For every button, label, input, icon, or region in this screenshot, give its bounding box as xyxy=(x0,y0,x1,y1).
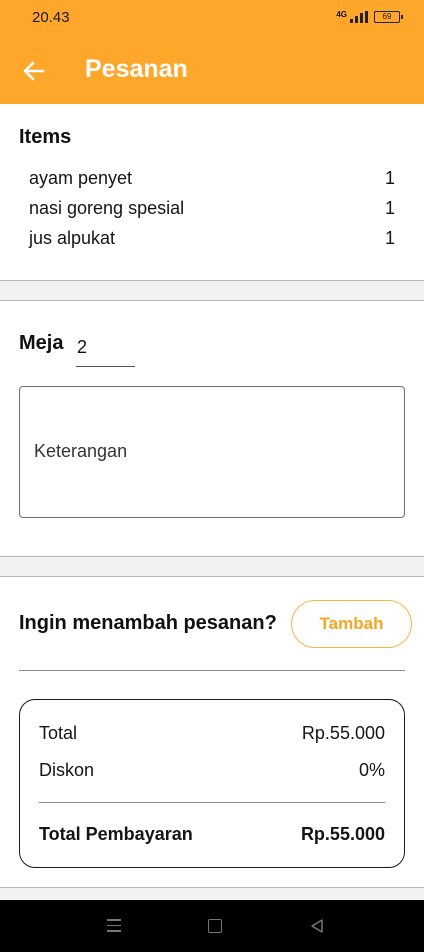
items-heading: Items xyxy=(19,126,72,148)
system-nav-bar xyxy=(0,900,424,952)
payment-summary-card: Total Rp.55.000 Diskon 0% Total Pembayar… xyxy=(19,699,405,868)
status-icons: 4G 69 xyxy=(336,11,403,23)
grand-total-row: Total Pembayaran Rp.55.000 xyxy=(39,824,385,845)
discount-row: Diskon 0% xyxy=(39,760,385,781)
home-icon[interactable] xyxy=(208,919,222,933)
total-value: Rp.55.000 xyxy=(301,723,385,743)
back-triangle-icon[interactable] xyxy=(309,918,325,934)
list-item: ayam penyet 1 xyxy=(29,168,395,189)
signal-icon: 4G xyxy=(336,11,368,23)
discount-value: 0% xyxy=(358,760,385,780)
item-name: jus alpukat xyxy=(29,228,116,248)
add-order-prompt: Ingin menambah pesanan? xyxy=(19,612,277,634)
recent-apps-icon[interactable] xyxy=(107,919,121,933)
arrow-left-icon[interactable] xyxy=(20,57,48,85)
network-type: 4G xyxy=(336,10,347,19)
item-qty: 1 xyxy=(384,198,395,218)
item-qty: 1 xyxy=(384,168,395,188)
battery-icon: 69 xyxy=(374,11,403,23)
add-order-button[interactable]: Tambah xyxy=(291,600,412,648)
section-separator xyxy=(0,280,424,301)
total-row: Total Rp.55.000 xyxy=(39,723,385,744)
list-item: nasi goreng spesial 1 xyxy=(29,198,395,219)
divider xyxy=(19,670,405,671)
item-name: nasi goreng spesial xyxy=(29,198,185,218)
total-label: Total xyxy=(39,723,78,743)
keterangan-field[interactable] xyxy=(19,386,405,518)
item-qty: 1 xyxy=(384,228,395,248)
section-separator xyxy=(0,887,424,900)
list-item: jus alpukat 1 xyxy=(29,228,395,249)
status-time: 20.43 xyxy=(32,9,70,26)
meja-label: Meja xyxy=(19,332,64,354)
meja-input[interactable] xyxy=(76,334,135,367)
grand-total-value: Rp.55.000 xyxy=(300,824,385,844)
grand-total-label: Total Pembayaran xyxy=(39,824,193,844)
app-bar: Pesanan xyxy=(0,38,424,104)
status-bar: 20.43 4G 69 xyxy=(0,0,424,38)
section-separator xyxy=(0,556,424,577)
page-title: Pesanan xyxy=(85,55,188,83)
item-name: ayam penyet xyxy=(29,168,133,188)
discount-label: Diskon xyxy=(39,760,95,780)
summary-divider xyxy=(39,802,385,803)
